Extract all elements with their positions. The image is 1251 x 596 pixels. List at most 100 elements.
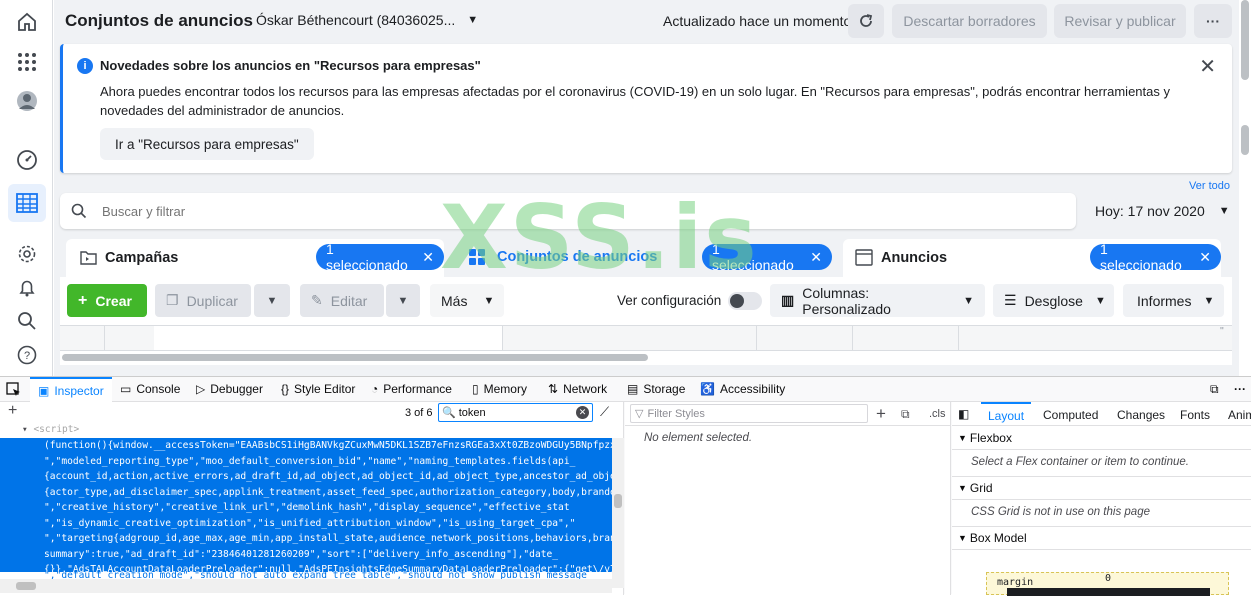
network-icon: ⇅ bbox=[548, 382, 559, 396]
eyedropper-icon[interactable]: ⟋ bbox=[600, 404, 609, 420]
add-node-icon[interactable]: + bbox=[8, 402, 17, 420]
avatar[interactable] bbox=[14, 88, 40, 114]
filter-styles-input[interactable]: ▽ Filter Styles bbox=[630, 404, 868, 423]
devtools-menu-icon[interactable]: ··· bbox=[1234, 382, 1246, 396]
cls-toggle[interactable]: .cls bbox=[929, 408, 946, 420]
selected-badge[interactable]: 1 seleccionado ✕ bbox=[1090, 241, 1221, 273]
flexbox-message: Select a Flex container or item to conti… bbox=[971, 456, 1189, 468]
dashboard-gauge-icon[interactable] bbox=[14, 147, 40, 173]
filter-icon: ▽ bbox=[635, 408, 644, 420]
notice-title: Novedades sobre los anuncios en "Recurso… bbox=[100, 58, 481, 73]
responsive-design-icon[interactable]: ⧉ bbox=[1210, 382, 1219, 397]
tab-computed[interactable]: Computed bbox=[1043, 408, 1098, 422]
tab-label: Inspector bbox=[54, 383, 104, 398]
close-icon[interactable]: ✕ bbox=[1199, 54, 1216, 79]
tab-storage[interactable]: ▤ Storage bbox=[627, 382, 685, 396]
duplicate-icon: ❐ bbox=[166, 292, 179, 308]
tab-style-editor[interactable]: {} Style Editor bbox=[281, 382, 355, 396]
business-resources-button[interactable]: Ir a "Recursos para empresas" bbox=[100, 128, 314, 160]
search-icon[interactable] bbox=[14, 308, 40, 334]
actions-toolbar: + Crear ❐ Duplicar ▼ ✎ Editar ▼ Más ▼ Ver co… bbox=[60, 277, 1232, 325]
markup-search-field[interactable]: 🔍 token ✕ bbox=[438, 403, 593, 422]
create-button[interactable]: + Crear bbox=[67, 284, 147, 317]
clear-selection-icon[interactable]: ✕ bbox=[422, 249, 434, 266]
markup-search-input[interactable]: token bbox=[459, 407, 486, 419]
clear-selection-icon[interactable]: ✕ bbox=[810, 249, 822, 266]
edit-menu-caret[interactable]: ▼ bbox=[386, 284, 420, 317]
create-label: Crear bbox=[95, 292, 132, 309]
clear-search-icon[interactable]: ✕ bbox=[576, 406, 589, 419]
tab-network[interactable]: ⇅ Network bbox=[548, 382, 607, 396]
search-input[interactable] bbox=[102, 201, 702, 221]
script-tag[interactable]: ▾ <script> bbox=[22, 424, 79, 435]
duplicate-button[interactable]: ❐ Duplicar bbox=[155, 284, 251, 317]
tab-accessibility[interactable]: ♿ Accessibility bbox=[700, 382, 785, 396]
tab-changes[interactable]: Changes bbox=[1117, 408, 1165, 422]
refresh-button[interactable] bbox=[848, 4, 884, 38]
tab-label: Network bbox=[563, 382, 608, 396]
grid-section-header[interactable]: ▼ Grid bbox=[952, 476, 1251, 500]
help-icon[interactable]: ? bbox=[14, 342, 40, 368]
columns-button[interactable]: ▥ Columnas: Personalizado ▼ bbox=[770, 284, 985, 317]
tab-label: Storage bbox=[643, 382, 686, 396]
duplicate-label: Duplicar bbox=[186, 292, 238, 309]
tab-performance[interactable]: ◔ Performance bbox=[371, 382, 452, 396]
edit-button[interactable]: ✎ Editar bbox=[300, 284, 384, 317]
more-actions-button[interactable]: Más ▼ bbox=[430, 284, 504, 317]
tab-inspector[interactable]: ▣ Inspector bbox=[30, 377, 112, 402]
expand-toggle-icon[interactable]: ▾ bbox=[22, 424, 33, 435]
grid-label: Grid bbox=[969, 481, 993, 495]
tab-ads[interactable]: Anuncios 1 seleccionado ✕ bbox=[843, 239, 1221, 277]
view-config-toggle[interactable] bbox=[728, 292, 762, 310]
tab-label: Memory bbox=[483, 382, 527, 396]
discard-drafts-button[interactable]: Descartar borradores bbox=[892, 4, 1047, 38]
review-publish-button[interactable]: Revisar y publicar bbox=[1054, 4, 1186, 38]
selected-badge[interactable]: 1 seleccionado ✕ bbox=[316, 241, 444, 273]
markup-horizontal-scrollbar[interactable] bbox=[0, 579, 612, 593]
ads-manager-table-icon[interactable] bbox=[14, 190, 40, 216]
search-bar[interactable] bbox=[60, 193, 1076, 229]
tab-campaigns[interactable]: Campañas 1 seleccionado ✕ bbox=[66, 239, 444, 277]
devtools-tabbar: ▣ Inspector ▭ Console ▷ Debugger {} Style Ed… bbox=[0, 377, 1251, 402]
toggle-sidebar-icon[interactable]: ◧ bbox=[958, 407, 969, 421]
toggle-pseudo-class-icon[interactable]: ⧉ bbox=[901, 407, 910, 422]
reports-button[interactable]: Informes ▼ bbox=[1123, 284, 1224, 317]
adset-grid-icon bbox=[469, 249, 485, 265]
account-selector[interactable]: Óskar Béthencourt (84036025... ▼ bbox=[256, 12, 478, 28]
page-vertical-scrollbar[interactable] bbox=[1239, 0, 1251, 376]
clear-selection-icon[interactable]: ✕ bbox=[1199, 249, 1211, 266]
duplicate-menu-caret[interactable]: ▼ bbox=[254, 284, 290, 317]
box-model-margin[interactable]: margin 0 bbox=[986, 572, 1229, 596]
apps-grid-icon[interactable] bbox=[14, 49, 40, 75]
tab-layout[interactable]: Layout bbox=[981, 402, 1032, 426]
ad-icon bbox=[855, 249, 873, 266]
caret-down-icon: ▼ bbox=[1094, 294, 1106, 307]
flexbox-section-header[interactable]: ▼ Flexbox bbox=[952, 426, 1251, 450]
selected-badge[interactable]: 1 seleccionado ✕ bbox=[702, 241, 832, 273]
tab-debugger[interactable]: ▷ Debugger bbox=[196, 382, 263, 396]
home-icon[interactable] bbox=[14, 9, 40, 35]
tab-fonts[interactable]: Fonts bbox=[1180, 408, 1210, 422]
refresh-icon bbox=[860, 14, 873, 27]
see-all-link[interactable]: Ver todo bbox=[1189, 180, 1230, 192]
settings-gear-icon[interactable] bbox=[14, 241, 40, 267]
date-label: Hoy: 17 nov 2020 bbox=[1095, 203, 1205, 219]
tab-memory[interactable]: ▯ Memory bbox=[472, 382, 527, 396]
box-model-section-header[interactable]: ▼ Box Model bbox=[952, 526, 1251, 550]
breakdown-button[interactable]: ☰ Desglose ▼ bbox=[993, 284, 1114, 317]
date-range-selector[interactable]: Hoy: 17 nov 2020 ▼ bbox=[1080, 193, 1232, 229]
badge-text: 1 seleccionado bbox=[712, 241, 794, 273]
more-options-button[interactable]: ··· bbox=[1194, 4, 1232, 38]
tab-console[interactable]: ▭ Console bbox=[120, 382, 180, 396]
selected-script-content[interactable]: (function(){window.__accessToken="EAABsb… bbox=[0, 438, 612, 572]
add-rule-icon[interactable]: + bbox=[876, 404, 886, 424]
badge-text: 1 seleccionado bbox=[326, 241, 408, 273]
table-horizontal-scrollbar[interactable] bbox=[60, 351, 1232, 365]
code-line: ","creative_history","creative_link_url"… bbox=[44, 502, 570, 513]
tab-animations[interactable]: Anim bbox=[1228, 408, 1251, 422]
notifications-bell-icon[interactable] bbox=[14, 275, 40, 301]
storage-icon: ▤ bbox=[627, 382, 639, 396]
pick-element-icon[interactable] bbox=[6, 382, 21, 397]
markup-vertical-scrollbar[interactable] bbox=[612, 438, 624, 588]
tab-adsets[interactable]: Conjuntos de anuncios 1 seleccionado ✕ bbox=[454, 239, 832, 277]
